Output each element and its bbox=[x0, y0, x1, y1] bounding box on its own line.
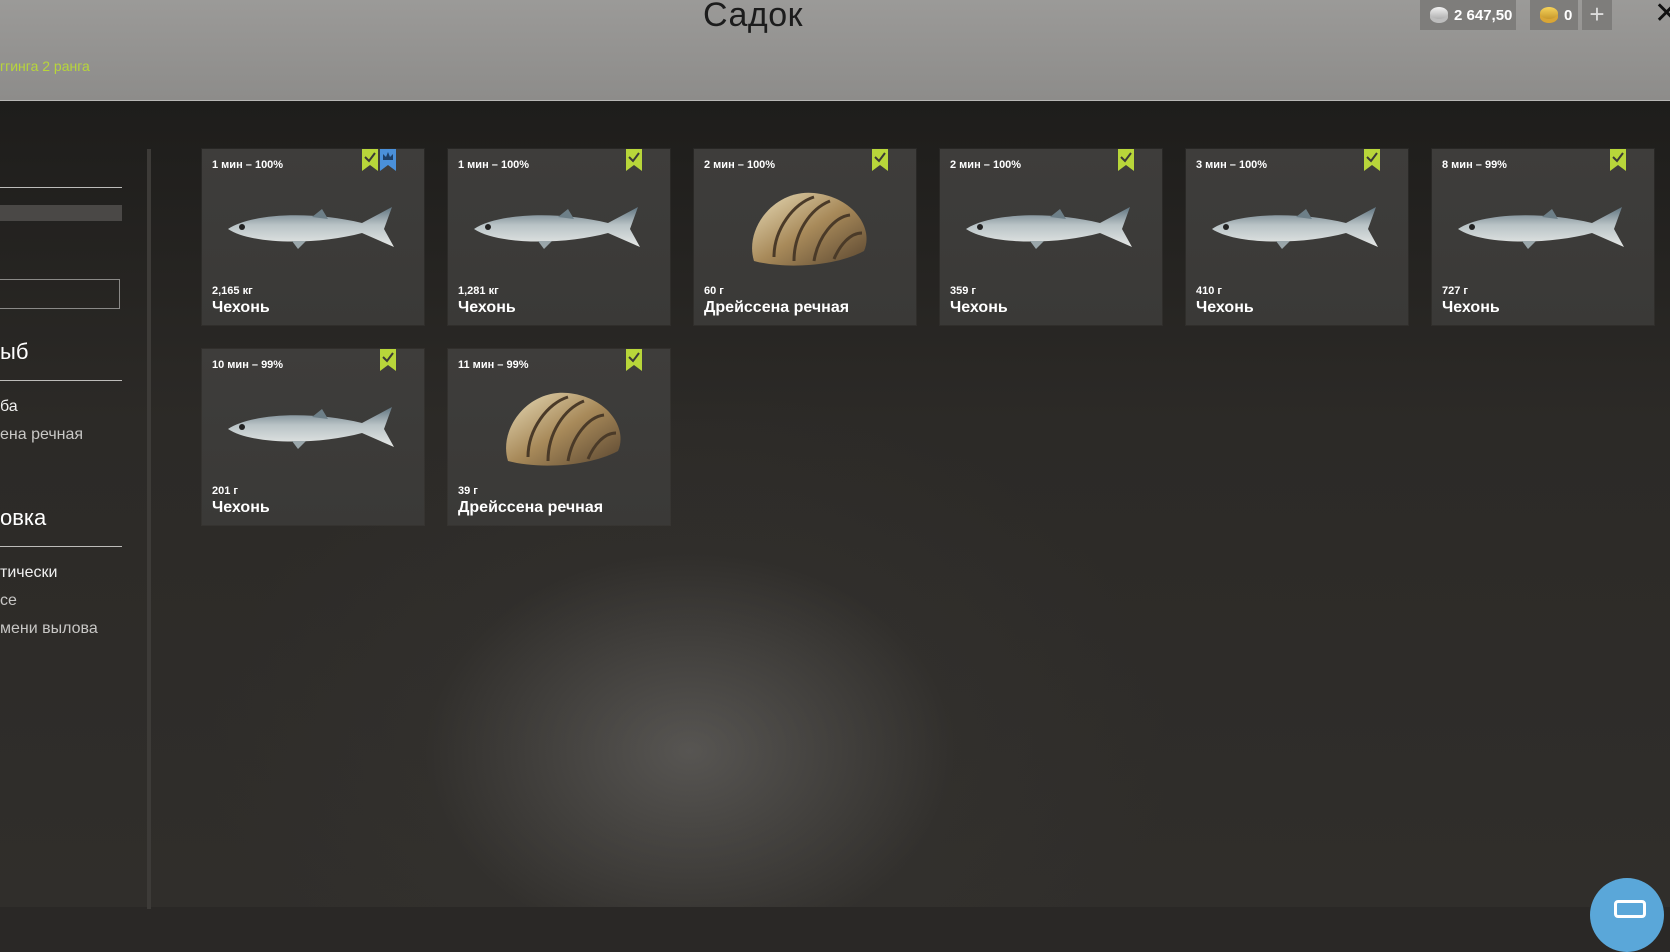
add-currency-button[interactable]: + bbox=[1582, 0, 1612, 30]
trophy-bookmark-icon bbox=[380, 149, 396, 171]
catch-name: Чехонь bbox=[212, 499, 270, 516]
chat-bubble-icon bbox=[1614, 900, 1646, 918]
keep-bookmark-icon[interactable] bbox=[1610, 149, 1626, 171]
catch-time: 1 мин – 100% bbox=[212, 159, 284, 171]
catch-name: Чехонь bbox=[950, 299, 1008, 316]
fish-section-heading: ыб bbox=[0, 339, 29, 364]
quest-link[interactable]: ггинга 2 ранга bbox=[0, 58, 90, 74]
filter-bar[interactable] bbox=[0, 205, 122, 221]
fish-image bbox=[222, 189, 404, 269]
keep-bookmark-icon[interactable] bbox=[380, 349, 396, 371]
catch-weight: 2,165 кг bbox=[212, 285, 253, 297]
catch-name: Чехонь bbox=[1442, 299, 1500, 316]
sort-option[interactable]: мени вылова bbox=[0, 620, 98, 638]
catch-name: Чехонь bbox=[458, 299, 516, 316]
catch-card[interactable]: 11 мин – 99% 39 г Дрейссена речная bbox=[448, 349, 670, 525]
catch-card[interactable]: 2 мин – 100% 359 г Чехонь bbox=[940, 149, 1162, 325]
catch-weight: 410 г bbox=[1196, 285, 1222, 297]
shell-image bbox=[468, 389, 650, 469]
silver-amount: 2 647,50 bbox=[1454, 6, 1513, 24]
catch-name: Чехонь bbox=[1196, 299, 1254, 316]
fish-image bbox=[960, 189, 1142, 269]
fish-filter-item[interactable]: ба bbox=[0, 398, 18, 416]
catch-weight: 1,281 кг bbox=[458, 285, 499, 297]
catch-name: Чехонь bbox=[212, 299, 270, 316]
chat-button[interactable] bbox=[1590, 878, 1664, 952]
catch-card[interactable]: 10 мин – 99% 201 г Чехонь bbox=[202, 349, 424, 525]
sort-option[interactable]: тически bbox=[0, 564, 57, 582]
keep-bookmark-icon[interactable] bbox=[1364, 149, 1380, 171]
sort-section-heading: овка bbox=[0, 505, 47, 530]
catch-name: Дрейссена речная bbox=[704, 299, 850, 316]
gold-coin-icon bbox=[1540, 7, 1558, 23]
catch-card[interactable]: 1 мин – 100% 1,281 кг Чехонь bbox=[448, 149, 670, 325]
fish-image bbox=[1206, 189, 1388, 269]
catch-card[interactable]: 2 мин – 100% 60 г Дрейссена речная bbox=[694, 149, 916, 325]
catch-card[interactable]: 1 мин – 100% 2,165 кг Чехонь bbox=[202, 149, 424, 325]
catch-name: Дрейссена речная bbox=[458, 499, 604, 516]
shell-image bbox=[714, 189, 896, 269]
gold-balance: 0 bbox=[1530, 0, 1578, 30]
catch-weight: 201 г bbox=[212, 485, 238, 497]
silver-balance: 2 647,50 bbox=[1420, 0, 1516, 30]
close-button[interactable]: ✕ bbox=[1654, 0, 1670, 31]
header-bar: Садок ггинга 2 ранга 2 647,50 0 + ✕ bbox=[0, 0, 1670, 101]
keep-bookmark-icon[interactable] bbox=[872, 149, 888, 171]
fish-image bbox=[1452, 189, 1634, 269]
catch-time: 10 мин – 99% bbox=[212, 359, 284, 371]
catch-time: 3 мин – 100% bbox=[1196, 159, 1268, 171]
catch-card[interactable]: 3 мин – 100% 410 г Чехонь bbox=[1186, 149, 1408, 325]
keep-bookmark-icon[interactable] bbox=[1118, 149, 1134, 171]
fish-filter-item[interactable]: ена речная bbox=[0, 426, 83, 444]
catch-time: 2 мин – 100% bbox=[950, 159, 1022, 171]
catch-weight: 727 г bbox=[1442, 285, 1468, 297]
catch-grid: 1 мин – 100% 2,165 кг Чехонь 1 мин – 100… bbox=[202, 149, 1662, 529]
catch-time: 11 мин – 99% bbox=[458, 359, 529, 371]
catch-time: 1 мин – 100% bbox=[458, 159, 530, 171]
gold-amount: 0 bbox=[1564, 6, 1573, 24]
filter-sidebar: ыб ба ена речная овка тически се мени вы… bbox=[0, 101, 151, 909]
catch-weight: 39 г bbox=[458, 485, 478, 497]
catch-time: 2 мин – 100% bbox=[704, 159, 776, 171]
fish-image bbox=[222, 389, 404, 469]
fish-image bbox=[468, 189, 650, 269]
catch-weight: 60 г bbox=[704, 285, 724, 297]
catch-weight: 359 г bbox=[950, 285, 976, 297]
silver-coin-icon bbox=[1430, 7, 1448, 23]
keep-bookmark-icon[interactable] bbox=[362, 149, 378, 171]
divider bbox=[0, 380, 122, 381]
sidebar-divider bbox=[147, 149, 151, 909]
keep-bookmark-icon[interactable] bbox=[626, 149, 642, 171]
catch-time: 8 мин – 99% bbox=[1442, 159, 1507, 171]
divider bbox=[0, 187, 122, 188]
catch-card[interactable]: 8 мин – 99% 727 г Чехонь bbox=[1432, 149, 1654, 325]
page-title: Садок bbox=[703, 0, 803, 34]
search-input[interactable] bbox=[0, 279, 120, 309]
divider bbox=[0, 546, 122, 547]
keep-bookmark-icon[interactable] bbox=[626, 349, 642, 371]
sort-option[interactable]: се bbox=[0, 592, 17, 610]
